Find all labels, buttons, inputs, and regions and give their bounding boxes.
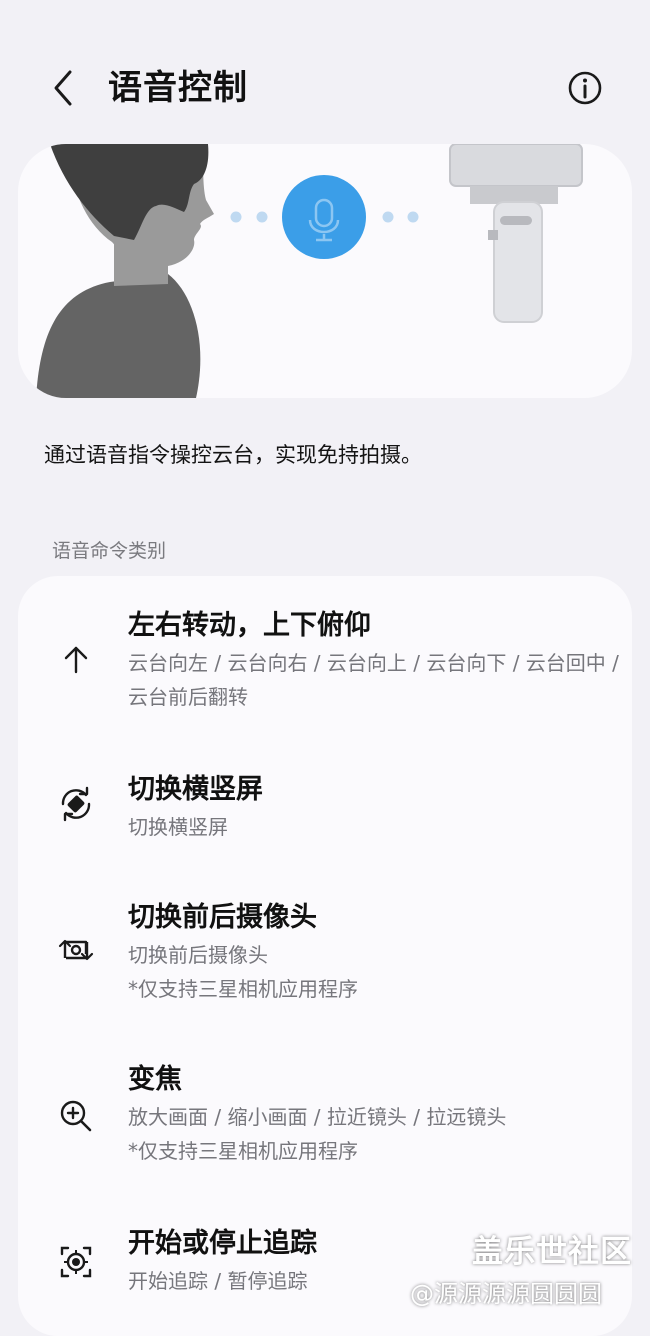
info-button[interactable]	[565, 68, 605, 108]
item-title: 切换前后摄像头	[128, 902, 317, 933]
item-title: 变焦	[128, 1064, 182, 1095]
info-icon	[568, 71, 602, 105]
page-title: 语音控制	[108, 68, 248, 108]
list-item-rotate-screen[interactable]: 切换横竖屏 切换横竖屏	[18, 744, 632, 854]
voice-control-illustration	[18, 144, 632, 398]
item-note: *仅支持三星相机应用程序	[128, 977, 358, 1001]
item-note: *仅支持三星相机应用程序	[128, 1139, 358, 1163]
tracking-icon	[60, 1246, 92, 1278]
zoom-in-icon	[60, 1100, 92, 1132]
item-subtitle: 切换横竖屏	[128, 815, 228, 839]
item-title: 左右转动，上下俯仰	[128, 610, 371, 641]
switch-camera-icon	[58, 939, 94, 961]
voice-commands-list: 左右转动，上下俯仰 云台向左 / 云台向右 / 云台向上 / 云台向下 / 云台…	[18, 576, 632, 1336]
watermark-brand: 盖乐世社区	[472, 1234, 632, 1270]
list-item-zoom[interactable]: 变焦 放大画面 / 缩小画面 / 拉近镜头 / 拉远镜头 *仅支持三星相机应用程…	[18, 1034, 632, 1174]
item-subtitle: 切换前后摄像头	[128, 943, 268, 967]
watermark-user: @源源源源圆圆圆	[410, 1280, 602, 1308]
header: 语音控制	[0, 0, 650, 140]
arrow-up-icon	[64, 646, 88, 674]
section-label: 语音命令类别	[52, 540, 167, 562]
item-subtitle: 放大画面 / 缩小画面 / 拉近镜头 / 拉远镜头	[128, 1105, 507, 1129]
description-text: 通过语音指令操控云台，实现免持拍摄。	[44, 443, 422, 467]
illustration-graphic	[36, 144, 583, 398]
item-subtitle: 云台向左 / 云台向右 / 云台向上 / 云台向下 / 云台回中 / 云台前后翻…	[128, 651, 619, 709]
back-button[interactable]	[44, 66, 84, 110]
chevron-left-icon	[54, 70, 72, 106]
item-title: 开始或停止追踪	[128, 1228, 317, 1259]
microphone-icon	[282, 175, 366, 259]
list-item-pan-tilt[interactable]: 左右转动，上下俯仰 云台向左 / 云台向右 / 云台向上 / 云台向下 / 云台…	[18, 576, 632, 726]
rotate-screen-icon	[61, 786, 91, 822]
list-item-switch-camera[interactable]: 切换前后摄像头 切换前后摄像头 *仅支持三星相机应用程序	[18, 872, 632, 1012]
item-title: 切换横竖屏	[128, 774, 263, 805]
